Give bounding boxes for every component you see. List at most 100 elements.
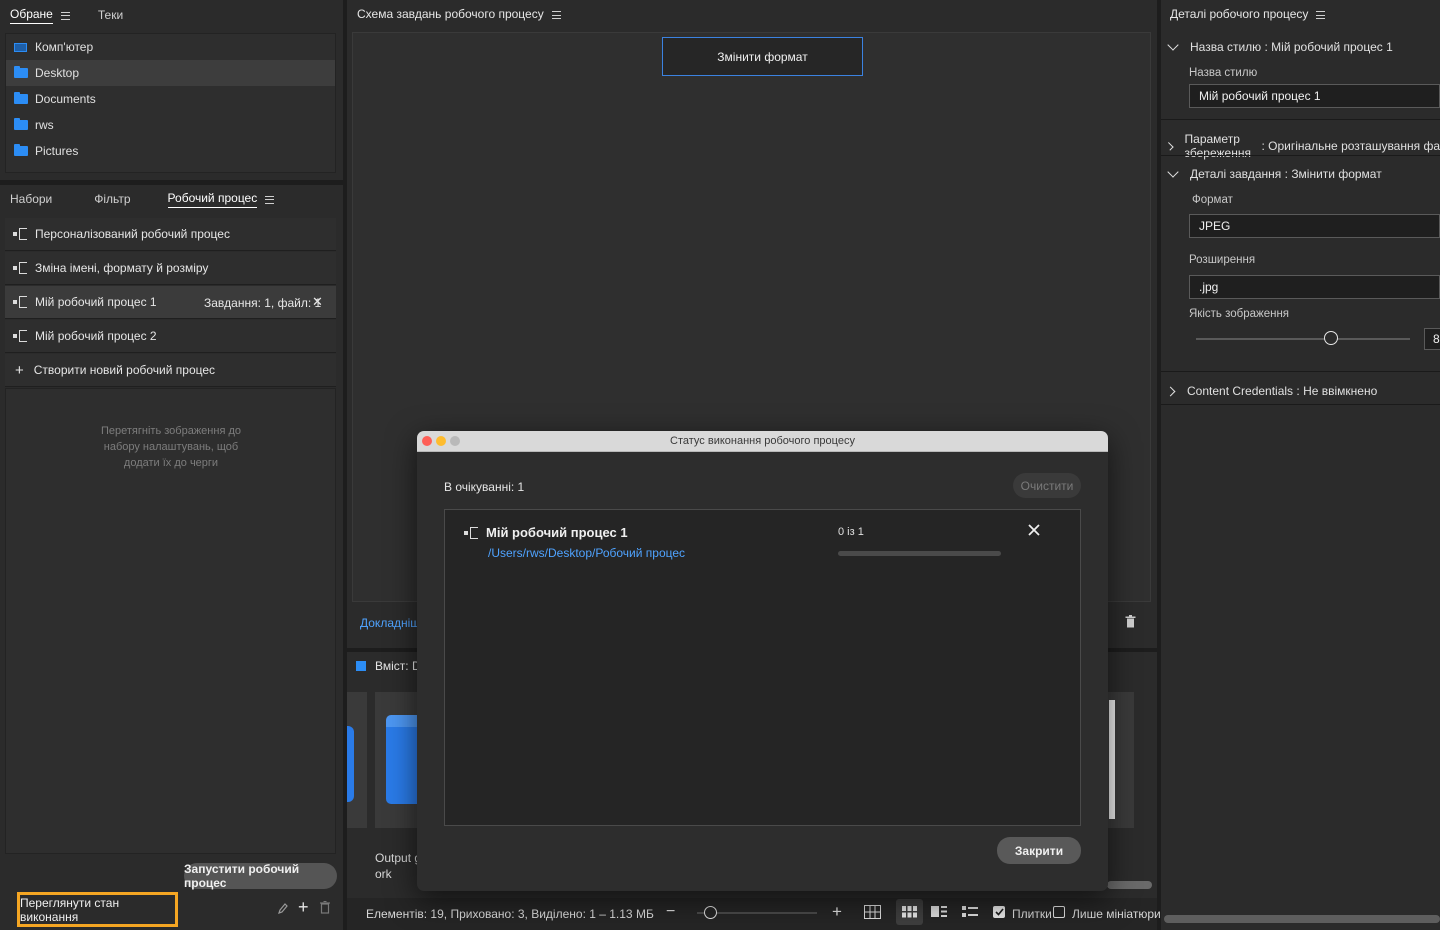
chevron-right-icon xyxy=(1165,386,1176,396)
zoom-out-icon[interactable]: − xyxy=(666,903,675,921)
thumbs-only-label: Лише мініатюри xyxy=(1072,907,1161,921)
job-list: Мій робочий процес 1 /Users/rws/Desktop/… xyxy=(444,509,1081,826)
schema-trash-icon[interactable] xyxy=(1125,615,1136,631)
dialog-titlebar[interactable]: Статус виконання робочого процесу xyxy=(417,431,1108,452)
save-section-value: Оригінальне розташування фа xyxy=(1268,139,1440,153)
panel-menu-icon[interactable] xyxy=(265,195,275,204)
favorite-item-documents[interactable]: Documents xyxy=(6,86,335,112)
section-separator: : xyxy=(1281,167,1292,181)
extension-select[interactable]: .jpg xyxy=(1189,275,1440,299)
zoom-slider-thumb[interactable] xyxy=(704,906,717,919)
zoom-in-icon[interactable]: + xyxy=(832,902,842,922)
favorite-label: Pictures xyxy=(35,144,79,158)
thumbs-only-checkbox[interactable] xyxy=(1053,906,1065,918)
content-credentials-header[interactable]: Content Credentials : Не ввімкнено xyxy=(1165,384,1377,398)
task-section-key: Деталі завдання xyxy=(1190,167,1282,181)
detail-view-icon[interactable] xyxy=(931,906,947,920)
remove-job-icon[interactable]: ✕ xyxy=(312,294,323,310)
tab-workflow[interactable]: Робочий процес xyxy=(167,191,258,208)
section-separator: : xyxy=(1261,40,1272,54)
style-name-field[interactable]: Мій робочий процес 1 xyxy=(1189,84,1440,108)
tab-filter[interactable]: Фільтр xyxy=(94,192,130,208)
panel-menu-icon[interactable] xyxy=(551,11,561,19)
cancel-job-icon[interactable] xyxy=(1028,524,1040,539)
workflow-tabs: Набори Фільтр Робочий процес xyxy=(10,191,275,208)
pending-count: В очікуванні: 1 xyxy=(444,480,525,494)
job-progress-text: 0 із 1 xyxy=(838,526,864,538)
task-node-change-format[interactable]: Змінити формат xyxy=(662,37,863,76)
panel-menu-icon[interactable] xyxy=(60,11,70,20)
favorite-label: Комп'ютер xyxy=(35,40,94,54)
details-panel-title: Деталі робочого процесу xyxy=(1170,7,1309,21)
content-thumbnail-partial[interactable] xyxy=(347,692,367,828)
section-separator: : xyxy=(1258,139,1269,153)
create-workflow-item[interactable]: + Створити новий робочий процес xyxy=(5,354,336,387)
workflow-label: Мій робочий процес 1 xyxy=(35,295,157,309)
quality-slider-thumb[interactable] xyxy=(1323,331,1338,345)
quality-value-field[interactable]: 8 xyxy=(1424,328,1440,350)
view-status-button[interactable]: Переглянути стан виконання xyxy=(17,892,178,927)
job-item: Мій робочий процес 1 /Users/rws/Desktop/… xyxy=(445,510,1080,570)
workflow-item-my-workflow-2[interactable]: Мій робочий процес 2 xyxy=(5,320,336,353)
add-icon[interactable]: + xyxy=(298,898,309,916)
panel-menu-icon[interactable] xyxy=(1316,11,1326,19)
quality-value: 8 xyxy=(1433,332,1440,346)
tiles-checkbox[interactable] xyxy=(993,906,1005,918)
tab-favorites[interactable]: Обране xyxy=(10,7,53,24)
favorite-item-rws[interactable]: rws xyxy=(6,112,335,138)
workflow-item-rename-format-resize[interactable]: Зміна імені, формату й розміру xyxy=(5,252,336,285)
edit-pencil-icon[interactable] xyxy=(278,903,288,914)
workflow-drop-area[interactable]: Перетягніть зображення до набору налашту… xyxy=(5,388,336,854)
favorite-item-computer[interactable]: Комп'ютер xyxy=(6,34,335,60)
tiles-view-icon[interactable] xyxy=(896,899,923,925)
tab-presets[interactable]: Набори xyxy=(10,192,52,208)
tab-folders[interactable]: Теки xyxy=(98,8,123,24)
format-value: JPEG xyxy=(1199,219,1231,233)
workflow-job-status: Завдання: 1, файл: 1 xyxy=(204,296,322,310)
schema-panel-title: Схема завдань робочого процесу xyxy=(357,7,544,21)
style-section-key: Назва стилю xyxy=(1190,40,1262,54)
clear-button[interactable]: Очистити xyxy=(1013,473,1081,498)
tiles-label: Плитки xyxy=(1012,907,1052,921)
folder-icon xyxy=(14,144,28,156)
favorite-item-desktop[interactable]: Desktop xyxy=(6,60,335,86)
style-section-value: Мій робочий процес 1 xyxy=(1271,40,1393,54)
workflow-label: Створити новий робочий процес xyxy=(33,363,216,377)
thumbnail-preview xyxy=(1109,700,1115,819)
task-node-label: Змінити формат xyxy=(717,49,808,64)
workflow-icon xyxy=(13,262,28,274)
extension-value: .jpg xyxy=(1199,280,1219,294)
content-thumbnail-right[interactable] xyxy=(1107,692,1134,828)
run-workflow-button[interactable]: Запустити робочий процес xyxy=(184,862,337,890)
content-scrollbar[interactable] xyxy=(1107,881,1152,889)
task-section-header[interactable]: Деталі завдання : Змінити формат xyxy=(1167,165,1382,181)
folder-icon xyxy=(14,118,28,130)
favorites-tabs: Обране Теки xyxy=(10,7,151,24)
grid-view-icon[interactable] xyxy=(864,905,881,922)
dialog-title: Статус виконання робочого процесу xyxy=(670,435,855,447)
workflow-item-my-workflow-1[interactable]: Мій робочий процес 1 Завдання: 1, файл: … xyxy=(5,286,336,319)
chevron-down-icon xyxy=(1167,165,1179,178)
list-view-icon[interactable] xyxy=(962,906,978,920)
workflow-label: Зміна імені, формату й розміру xyxy=(35,261,209,275)
workflow-label: Мій робочий процес 2 xyxy=(35,329,157,343)
details-scrollbar[interactable] xyxy=(1164,915,1440,923)
workflow-icon xyxy=(13,228,28,240)
output-label-line1: Output g xyxy=(375,851,422,865)
workflow-icon xyxy=(464,527,479,539)
format-select[interactable]: JPEG xyxy=(1189,214,1440,238)
content-panel-icon xyxy=(356,661,366,671)
workflow-item-custom[interactable]: Персоналізований робочий процес xyxy=(5,218,336,251)
favorite-item-pictures[interactable]: Pictures xyxy=(6,138,335,164)
divider xyxy=(1161,404,1440,405)
style-section-header[interactable]: Назва стилю : Мій робочий процес 1 xyxy=(1167,38,1393,54)
style-name-value: Мій робочий процес 1 xyxy=(1199,89,1321,103)
trash-icon[interactable] xyxy=(320,901,330,917)
quality-slider-track[interactable] xyxy=(1196,338,1410,340)
job-path-link[interactable]: /Users/rws/Desktop/Робочий процес xyxy=(488,546,685,560)
format-label: Формат xyxy=(1192,194,1233,206)
divider xyxy=(1161,119,1440,120)
status-text: Елементів: 19, Приховано: 3, Виділено: 1… xyxy=(366,907,654,921)
chevron-down-icon xyxy=(1167,38,1179,51)
close-dialog-button[interactable]: Закрити xyxy=(997,837,1081,864)
